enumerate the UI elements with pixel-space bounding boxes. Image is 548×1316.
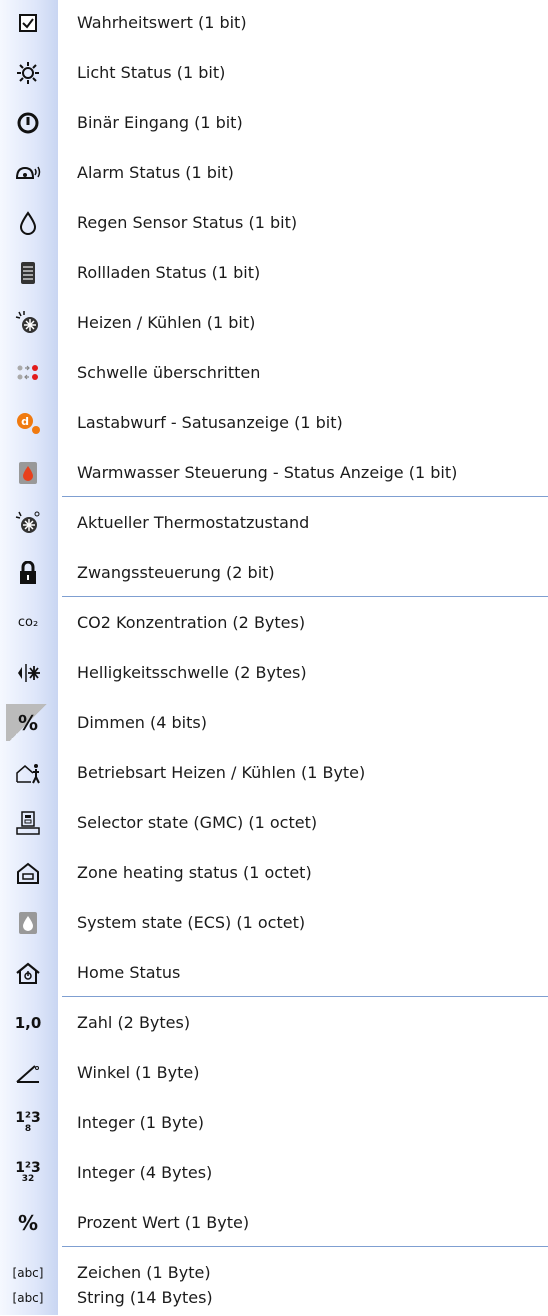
zone-heating-icon bbox=[6, 854, 50, 891]
menu-item-integer-4[interactable]: 1²3 32 Integer (4 Bytes) bbox=[0, 1154, 548, 1191]
menu-item-label: Aktueller Thermostatzustand bbox=[77, 513, 310, 532]
menu-item-label: Selector state (GMC) (1 octet) bbox=[77, 813, 318, 832]
menu-separator bbox=[62, 496, 548, 497]
menu-item-selector-state[interactable]: Selector state (GMC) (1 octet) bbox=[0, 804, 548, 841]
threshold-icon bbox=[6, 354, 50, 391]
menu-item-zwangssteuerung[interactable]: Zwangssteuerung (2 bit) bbox=[0, 554, 548, 591]
menu-item-label: Schwelle überschritten bbox=[77, 363, 261, 382]
menu-item-label: Helligkeitsschwelle (2 Bytes) bbox=[77, 663, 307, 682]
menu-separator bbox=[62, 1246, 548, 1247]
hot-water-icon bbox=[6, 454, 50, 491]
system-state-icon bbox=[6, 904, 50, 941]
number-icon: 1,0 bbox=[14, 1013, 42, 1032]
menu-item-warmwasser[interactable]: Warmwasser Steuerung - Status Anzeige (1… bbox=[0, 454, 548, 491]
menu-item-label: Licht Status (1 bit) bbox=[77, 63, 226, 82]
menu-item-licht-status[interactable]: Licht Status (1 bit) bbox=[0, 54, 548, 91]
menu-item-label: System state (ECS) (1 octet) bbox=[77, 913, 306, 932]
dimmer-icon: % bbox=[6, 704, 50, 741]
menu-item-label: String (14 Bytes) bbox=[77, 1288, 213, 1307]
power-icon bbox=[6, 104, 50, 141]
integer-glyph: 1²3 bbox=[15, 1160, 41, 1176]
menu-item-heizen-kuehlen[interactable]: Heizen / Kühlen (1 bit) bbox=[0, 304, 548, 341]
menu-item-label: Dimmen (4 bits) bbox=[77, 713, 207, 732]
menu-item-label: Winkel (1 Byte) bbox=[77, 1063, 200, 1082]
menu-item-home-status[interactable]: Home Status bbox=[0, 954, 548, 991]
angle-icon bbox=[6, 1054, 50, 1091]
menu-item-binaer-eingang[interactable]: Binär Eingang (1 bit) bbox=[0, 104, 548, 141]
alarm-icon bbox=[6, 154, 50, 191]
menu-item-label: Rollladen Status (1 bit) bbox=[77, 263, 261, 282]
integer-subscript: 8 bbox=[24, 1124, 32, 1134]
menu-item-alarm-status[interactable]: Alarm Status (1 bit) bbox=[0, 154, 548, 191]
menu-item-label: Prozent Wert (1 Byte) bbox=[77, 1213, 250, 1232]
menu-item-label: Integer (4 Bytes) bbox=[77, 1163, 213, 1182]
context-menu: Wahrheitswert (1 bit) Licht Status (1 bi… bbox=[0, 0, 548, 1315]
menu-item-schwelle[interactable]: Schwelle überschritten bbox=[0, 354, 548, 391]
integer-8-icon: 1²3 8 bbox=[6, 1104, 50, 1141]
menu-item-label: Zone heating status (1 octet) bbox=[77, 863, 312, 882]
raindrop-icon bbox=[6, 204, 50, 241]
operating-mode-icon bbox=[6, 754, 50, 791]
load-shedding-icon: d bbox=[6, 404, 50, 441]
menu-item-label: Binär Eingang (1 bit) bbox=[77, 113, 243, 132]
string-icon: [abc] bbox=[12, 1290, 44, 1305]
menu-item-label: Warmwasser Steuerung - Status Anzeige (1… bbox=[77, 463, 458, 482]
lock-icon bbox=[6, 554, 50, 591]
menu-item-rollladen-status[interactable]: Rollladen Status (1 bit) bbox=[0, 254, 548, 291]
heat-cool-icon bbox=[6, 304, 50, 341]
menu-item-integer-1[interactable]: 1²3 8 Integer (1 Byte) bbox=[0, 1104, 548, 1141]
menu-item-zone-heating[interactable]: Zone heating status (1 octet) bbox=[0, 854, 548, 891]
menu-item-lastabwurf[interactable]: d Lastabwurf - Satusanzeige (1 bit) bbox=[0, 404, 548, 441]
menu-item-label: Betriebsart Heizen / Kühlen (1 Byte) bbox=[77, 763, 366, 782]
menu-separator bbox=[62, 996, 548, 997]
light-icon bbox=[6, 54, 50, 91]
menu-item-zahl[interactable]: 1,0 Zahl (2 Bytes) bbox=[0, 1004, 548, 1041]
menu-item-prozent[interactable]: % Prozent Wert (1 Byte) bbox=[0, 1204, 548, 1241]
shutter-icon bbox=[6, 254, 50, 291]
menu-item-label: Lastabwurf - Satusanzeige (1 bit) bbox=[77, 413, 343, 432]
menu-item-regen-sensor[interactable]: Regen Sensor Status (1 bit) bbox=[0, 204, 548, 241]
menu-item-winkel[interactable]: Winkel (1 Byte) bbox=[0, 1054, 548, 1091]
thermostat-icon bbox=[6, 504, 50, 541]
menu-item-co2[interactable]: co₂ CO2 Konzentration (2 Bytes) bbox=[0, 604, 548, 641]
menu-item-string[interactable]: [abc] String (14 Bytes) bbox=[0, 1279, 548, 1316]
menu-item-label: Home Status bbox=[77, 963, 181, 982]
menu-item-label: Wahrheitswert (1 bit) bbox=[77, 13, 247, 32]
co2-icon: co₂ bbox=[17, 615, 39, 630]
selector-icon bbox=[6, 804, 50, 841]
menu-item-dimmen[interactable]: % Dimmen (4 bits) bbox=[0, 704, 548, 741]
menu-separator bbox=[62, 596, 548, 597]
menu-item-label: Zwangssteuerung (2 bit) bbox=[77, 563, 275, 582]
menu-item-helligkeitsschwelle[interactable]: Helligkeitsschwelle (2 Bytes) bbox=[0, 654, 548, 691]
integer-32-icon: 1²3 32 bbox=[6, 1154, 50, 1191]
menu-item-label: Regen Sensor Status (1 bit) bbox=[77, 213, 298, 232]
menu-item-wahrheitswert[interactable]: Wahrheitswert (1 bit) bbox=[0, 4, 548, 41]
integer-glyph: 1²3 bbox=[15, 1110, 41, 1126]
menu-item-label: Heizen / Kühlen (1 bit) bbox=[77, 313, 256, 332]
percent-icon: % bbox=[17, 1210, 39, 1235]
integer-subscript: 32 bbox=[21, 1174, 35, 1184]
menu-item-label: Alarm Status (1 bit) bbox=[77, 163, 234, 182]
menu-item-label: Zahl (2 Bytes) bbox=[77, 1013, 191, 1032]
checkbox-icon bbox=[6, 4, 50, 41]
menu-item-label: CO2 Konzentration (2 Bytes) bbox=[77, 613, 306, 632]
menu-item-thermostatzustand[interactable]: Aktueller Thermostatzustand bbox=[0, 504, 548, 541]
menu-item-betriebsart[interactable]: Betriebsart Heizen / Kühlen (1 Byte) bbox=[0, 754, 548, 791]
home-status-icon bbox=[6, 954, 50, 991]
menu-item-label: Integer (1 Byte) bbox=[77, 1113, 204, 1132]
svg-text:d: d bbox=[21, 415, 29, 428]
brightness-threshold-icon bbox=[6, 654, 50, 691]
menu-item-system-state[interactable]: System state (ECS) (1 octet) bbox=[0, 904, 548, 941]
